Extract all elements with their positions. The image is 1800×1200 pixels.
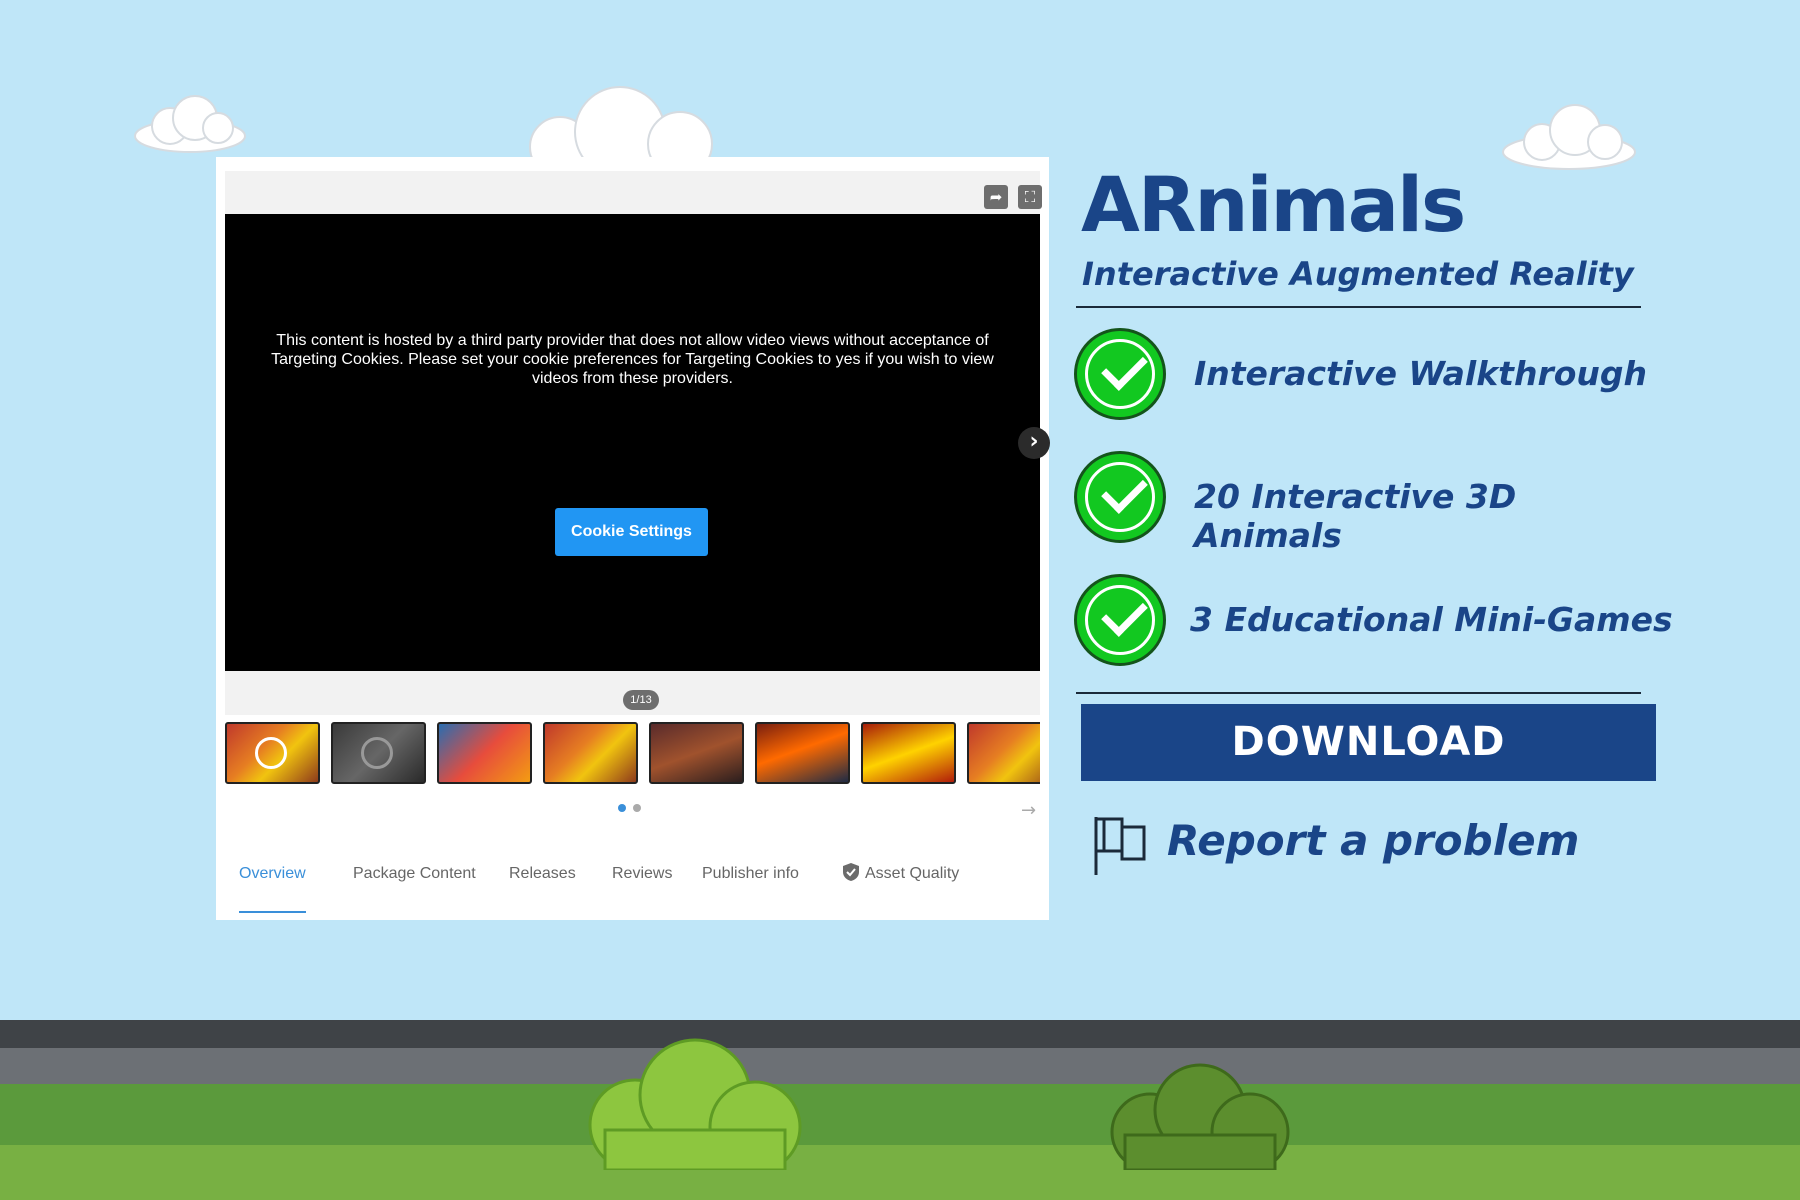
check-icon [1074,574,1166,666]
download-button[interactable]: DOWNLOAD [1081,704,1656,781]
report-problem-label: Report a problem [1167,816,1580,865]
thumbnail[interactable] [755,722,850,784]
cookie-settings-button[interactable]: Cookie Settings [555,508,708,556]
tab-releases[interactable]: Releases [509,863,576,913]
bush-dark [1110,1063,1290,1170]
media-footer: 1/13 [225,671,1040,715]
tab-package-content[interactable]: Package Content [353,863,476,913]
check-icon [1074,451,1166,543]
asset-store-widget: ➦ ⛶ This content is hosted by a third pa… [216,157,1050,920]
video-player[interactable]: This content is hosted by a third party … [225,214,1050,671]
feature-item: Interactive Walkthrough [1074,328,1674,426]
feature-item: 20 Interactive 3D Animals [1074,451,1674,555]
tab-bar: Overview Package Content Releases Review… [239,863,1039,913]
flag-icon [1094,817,1146,875]
play-icon [361,737,393,769]
app-subtitle: Interactive Augmented Reality [1082,255,1634,293]
feature-label: Interactive Walkthrough [1194,354,1648,393]
cloud-left [134,95,246,153]
app-title: ARnimals [1081,160,1466,249]
thumbnail[interactable] [649,722,744,784]
shield-icon [843,863,859,881]
thumbnail[interactable] [437,722,532,784]
next-slide-icon[interactable]: › [1018,427,1050,459]
cloud-center [529,86,713,162]
check-icon [1074,328,1166,420]
tab-overview[interactable]: Overview [239,863,306,913]
thumbnail[interactable] [543,722,638,784]
bush-light [588,1038,802,1170]
tab-publisher-info[interactable]: Publisher info [702,863,799,913]
media-toolbar: ➦ ⛶ [225,171,1042,214]
tab-asset-quality[interactable]: Asset Quality [843,863,959,913]
tab-asset-quality-label: Asset Quality [865,865,960,882]
feature-label: 3 Educational Mini-Games [1190,600,1673,639]
page-dot[interactable] [633,804,641,812]
feature-item: 3 Educational Mini-Games [1074,574,1674,672]
feature-label: 20 Interactive 3D Animals [1194,477,1517,555]
thumbnail[interactable] [331,722,426,784]
share-icon[interactable]: ➦ [984,185,1008,209]
cloud-right [1502,104,1636,170]
pagination-dots [618,797,648,816]
slide-counter: 1/13 [623,690,659,710]
road-dark-stripe [0,1020,1800,1048]
fullscreen-icon[interactable]: ⛶ [1018,185,1042,209]
arrow-right-icon[interactable]: → [1021,800,1036,821]
play-icon [255,737,287,769]
thumbnail[interactable] [967,722,1040,784]
divider-bottom [1076,692,1641,694]
report-problem-link[interactable]: Report a problem [1092,810,1592,880]
divider-top [1076,306,1641,308]
thumbnail[interactable] [225,722,320,784]
cookie-notice: This content is hosted by a third party … [271,332,994,387]
tab-reviews[interactable]: Reviews [612,863,672,913]
road-stripe [0,1048,1800,1084]
grass-front [0,1145,1800,1200]
thumbnail-strip [225,722,1040,788]
thumbnail[interactable] [861,722,956,784]
page-dot-active[interactable] [618,804,626,812]
